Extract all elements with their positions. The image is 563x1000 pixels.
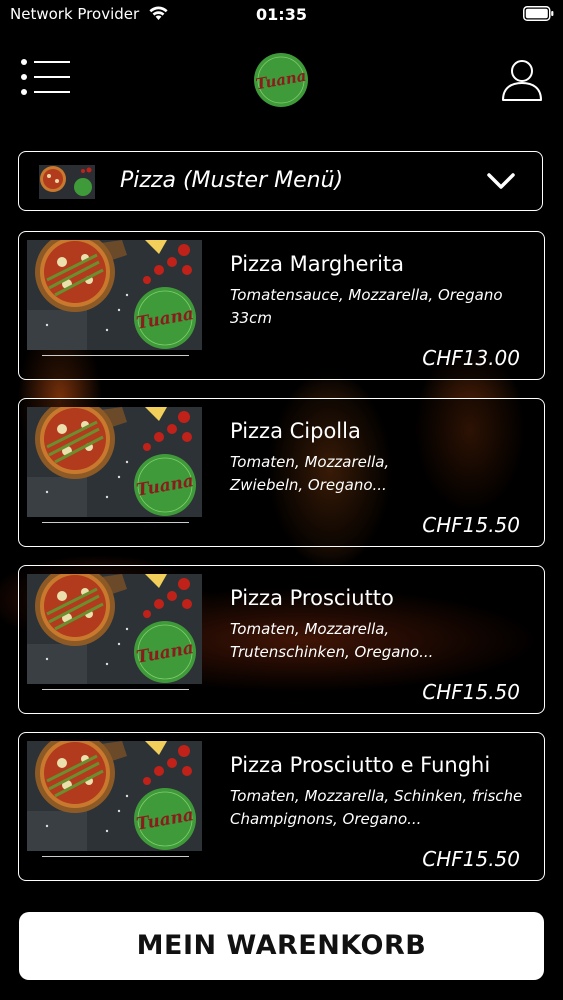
image-divider xyxy=(42,689,189,690)
tuana-logo: Tuana xyxy=(254,53,308,107)
product-description: Tomaten, Mozzarella, Zwiebeln, Oregano..… xyxy=(230,451,535,497)
product-description-line: Trutenschinken, Oregano... xyxy=(230,643,434,661)
cart-button[interactable]: MEIN WARENKORB xyxy=(19,912,544,980)
chevron-down-icon xyxy=(487,173,515,189)
product-description-line: Zwiebeln, Oregano... xyxy=(230,476,387,494)
category-dropdown[interactable]: Pizza (Muster Menü) xyxy=(18,151,543,211)
product-name: Pizza Prosciutto e Funghi xyxy=(230,753,491,777)
product-description-line: Tomatensauce, Mozzarella, Oregano xyxy=(230,286,503,304)
product-description-line: Tomaten, Mozzarella, Schinken, frische xyxy=(230,787,523,805)
product-price: CHF15.50 xyxy=(422,847,520,871)
product-name: Pizza Prosciutto xyxy=(230,586,394,610)
image-divider xyxy=(42,522,189,523)
product-card[interactable]: Tuana Pizza Margherita Tomatensauce, Moz… xyxy=(18,231,545,380)
product-description: Tomaten, Mozzarella, Schinken, frische C… xyxy=(230,785,535,831)
product-price: CHF15.50 xyxy=(422,680,520,704)
category-thumbnail xyxy=(39,165,95,199)
category-label: Pizza (Muster Menü) xyxy=(120,168,344,193)
image-divider xyxy=(42,856,189,857)
product-description: Tomaten, Mozzarella, Trutenschinken, Ore… xyxy=(230,618,535,664)
product-image: Tuana xyxy=(27,240,202,350)
product-card[interactable]: Tuana Pizza Cipolla Tomaten, Mozzarella,… xyxy=(18,398,545,547)
product-price: CHF15.50 xyxy=(422,513,520,537)
product-image: Tuana xyxy=(27,407,202,517)
user-icon[interactable] xyxy=(500,58,544,102)
product-price: CHF13.00 xyxy=(422,346,520,370)
product-image: Tuana xyxy=(27,574,202,684)
product-description: Tomatensauce, Mozzarella, Oregano 33cm xyxy=(230,284,535,330)
menu-list-icon[interactable] xyxy=(20,58,72,96)
product-card[interactable]: Tuana Pizza Prosciutto e Funghi Tomaten,… xyxy=(18,732,545,881)
product-card[interactable]: Tuana Pizza Prosciutto Tomaten, Mozzarel… xyxy=(18,565,545,714)
product-image: Tuana xyxy=(27,741,202,851)
product-name: Pizza Cipolla xyxy=(230,419,361,443)
product-list: Tuana Pizza Margherita Tomatensauce, Moz… xyxy=(18,231,545,899)
status-time: 01:35 xyxy=(256,5,307,24)
product-description-line: Champignons, Oregano... xyxy=(230,810,422,828)
product-description-line: Tomaten, Mozzarella, xyxy=(230,453,390,471)
app-screen: Network Provider 01:35 Tuana Pizza (Must… xyxy=(0,0,563,1000)
battery-icon xyxy=(523,6,554,21)
image-divider xyxy=(42,355,189,356)
product-name: Pizza Margherita xyxy=(230,252,405,276)
status-bar: Network Provider 01:35 xyxy=(0,0,563,30)
product-description-line: Tomaten, Mozzarella, xyxy=(230,620,390,638)
product-description-line: 33cm xyxy=(230,309,272,327)
